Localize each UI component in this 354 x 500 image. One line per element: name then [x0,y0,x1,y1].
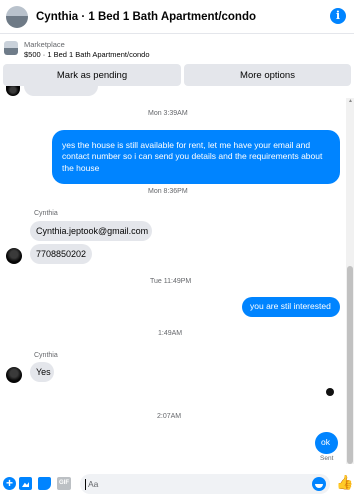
message-composer: + GIF Aa [0,470,354,500]
gif-icon[interactable]: GIF [57,477,71,490]
outgoing-message: ok [315,432,338,454]
timestamp: Mon 8:36PM [148,188,188,195]
scrollbar-thumb[interactable] [347,266,353,464]
sender-avatar [6,248,22,264]
sticker-icon[interactable] [38,477,51,490]
outgoing-message: yes the house is still available for ren… [52,130,340,184]
conversation-title[interactable]: Cynthia · 1 Bed 1 Bath Apartment/condo [36,11,256,23]
timestamp: 2:07AM [157,413,182,420]
text-caret [85,479,86,490]
outgoing-message: you are stil interested [242,297,340,317]
add-icon[interactable]: + [3,477,16,490]
mark-as-pending-button[interactable]: Mark as pending [3,64,181,86]
message-bubble-partial [24,86,98,96]
photo-icon[interactable] [19,477,32,490]
timestamp: Tue 11:49PM [150,278,192,285]
listing-thumbnail [4,41,18,55]
emoji-icon[interactable] [312,477,326,491]
sender-name: Cynthia [34,352,58,359]
message-placeholder: Aa [88,479,99,489]
message-input[interactable]: Aa [80,474,330,494]
listing-source: Marketplace [24,40,65,49]
sender-avatar [6,86,20,96]
thumbs-up-icon[interactable]: 👍 [336,474,353,491]
timestamp: Mon 3:39AM [148,110,188,117]
listing-summary[interactable]: Marketplace $500 · 1 Bed 1 Bath Apartmen… [0,38,354,62]
info-icon[interactable]: i [330,8,346,24]
more-options-button[interactable]: More options [184,64,351,86]
seen-indicator [326,388,334,396]
message-scrollbar[interactable]: ▲ [346,98,354,464]
conversation-header: Cynthia · 1 Bed 1 Bath Apartment/condo i [0,0,354,34]
sender-name: Cynthia [34,210,58,217]
listing-detail: $500 · 1 Bed 1 Bath Apartment/condo [24,50,150,59]
incoming-message: Yes [30,362,54,382]
delivery-status: Sent [320,455,334,462]
scroll-up-arrow-icon[interactable]: ▲ [348,98,353,104]
listing-photo-icon[interactable] [6,5,28,28]
incoming-message: Cynthia.jeptook@gmail.com [30,221,152,241]
timestamp: 1:49AM [158,330,183,337]
incoming-message: 7708850202 [30,244,92,264]
sender-avatar [6,367,22,383]
